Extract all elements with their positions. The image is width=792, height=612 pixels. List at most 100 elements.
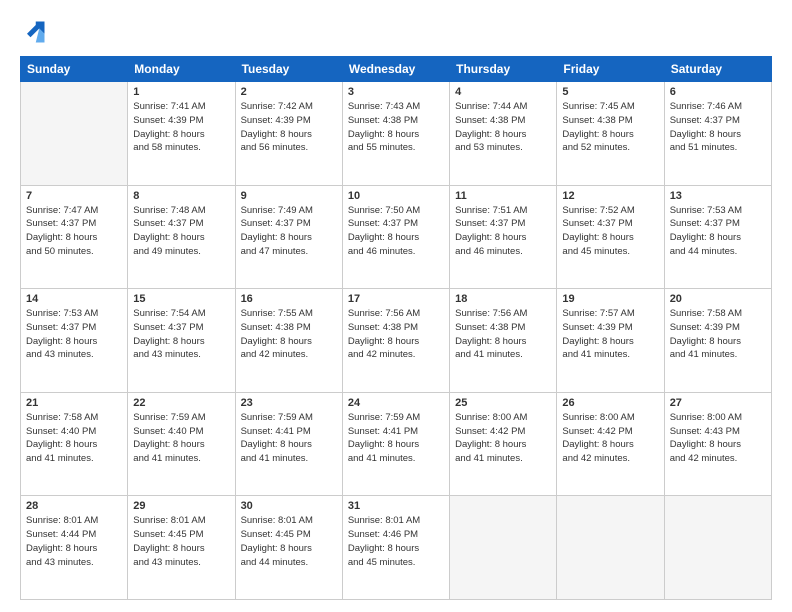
day-number: 25 [455,397,551,409]
calendar-cell: 3 Sunrise: 7:43 AMSunset: 4:38 PMDaylight… [342,82,449,186]
day-info: Sunrise: 8:00 AMSunset: 4:43 PMDaylight:… [670,411,766,466]
day-info: Sunrise: 7:57 AMSunset: 4:39 PMDaylight:… [562,307,658,362]
day-number: 7 [26,190,122,202]
calendar-week-row: 1Sunrise: 7:41 AMSunset: 4:39 PMDaylight… [21,82,772,186]
day-number: 31 [348,500,444,512]
day-number: 22 [133,397,229,409]
weekday-header: Thursday [450,57,557,82]
day-number: 10 [348,190,444,202]
day-info: Sunrise: 8:01 AMSunset: 4:44 PMDaylight:… [26,514,122,569]
day-number: 24 [348,397,444,409]
calendar-cell: 14Sunrise: 7:53 AMSunset: 4:37 PMDayligh… [21,289,128,393]
day-info: Sunrise: 7:47 AMSunset: 4:37 PMDaylight:… [26,204,122,259]
day-number: 30 [241,500,337,512]
calendar-cell: 23Sunrise: 7:59 AMSunset: 4:41 PMDayligh… [235,392,342,496]
day-info: Sunrise: 7:49 AMSunset: 4:37 PMDaylight:… [241,204,337,259]
day-number: 29 [133,500,229,512]
calendar-cell: 31 Sunrise: 8:01 AMSunset: 4:46 PMDayligh… [342,496,449,600]
weekday-header: Saturday [664,57,771,82]
weekday-header: Sunday [21,57,128,82]
day-info: Sunrise: 8:01 AMSunset: 4:46 PMDaylight:… [348,514,444,569]
day-info: Sunrise: 7:53 AMSunset: 4:37 PMDaylight:… [26,307,122,362]
calendar-cell [557,496,664,600]
day-info: Sunrise: 7:56 AMSunset: 4:38 PMDaylight:… [348,307,444,362]
page: SundayMondayTuesdayWednesdayThursdayFrid… [0,0,792,612]
day-info: Sunrise: 7:46 AMSunset: 4:37 PMDaylight:… [670,100,766,155]
day-info: Sunrise: 7:53 AMSunset: 4:37 PMDaylight:… [670,204,766,259]
calendar-cell: 21 Sunrise: 7:58 AMSunset: 4:40 PMDayligh… [21,392,128,496]
day-info: Sunrise: 7:51 AMSunset: 4:37 PMDaylight:… [455,204,551,259]
calendar-cell: 18 Sunrise: 7:56 AMSunset: 4:38 PMDayligh… [450,289,557,393]
day-number: 18 [455,293,551,305]
day-number: 13 [670,190,766,202]
calendar-week-row: 28Sunrise: 8:01 AMSunset: 4:44 PMDayligh… [21,496,772,600]
day-number: 17 [348,293,444,305]
logo [20,18,52,46]
day-number: 5 [562,86,658,98]
day-info: Sunrise: 8:01 AMSunset: 4:45 PMDaylight:… [133,514,229,569]
day-info: Sunrise: 8:00 AMSunset: 4:42 PMDaylight:… [455,411,551,466]
calendar-week-row: 14Sunrise: 7:53 AMSunset: 4:37 PMDayligh… [21,289,772,393]
day-number: 4 [455,86,551,98]
day-number: 15 [133,293,229,305]
day-info: Sunrise: 7:43 AMSunset: 4:38 PMDaylight:… [348,100,444,155]
calendar-cell: 5Sunrise: 7:45 AMSunset: 4:38 PMDaylight… [557,82,664,186]
calendar-cell: 12 Sunrise: 7:52 AMSunset: 4:37 PMDayligh… [557,185,664,289]
day-info: Sunrise: 7:59 AMSunset: 4:40 PMDaylight:… [133,411,229,466]
day-info: Sunrise: 8:01 AMSunset: 4:45 PMDaylight:… [241,514,337,569]
calendar-cell: 6 Sunrise: 7:46 AMSunset: 4:37 PMDaylight… [664,82,771,186]
day-info: Sunrise: 7:54 AMSunset: 4:37 PMDaylight:… [133,307,229,362]
day-info: Sunrise: 7:42 AMSunset: 4:39 PMDaylight:… [241,100,337,155]
calendar-cell: 26Sunrise: 8:00 AMSunset: 4:42 PMDayligh… [557,392,664,496]
calendar-cell: 8Sunrise: 7:48 AMSunset: 4:37 PMDaylight… [128,185,235,289]
day-info: Sunrise: 7:58 AMSunset: 4:40 PMDaylight:… [26,411,122,466]
day-number: 27 [670,397,766,409]
day-number: 6 [670,86,766,98]
header [20,18,772,46]
calendar-cell: 2 Sunrise: 7:42 AMSunset: 4:39 PMDaylight… [235,82,342,186]
calendar-cell: 24 Sunrise: 7:59 AMSunset: 4:41 PMDayligh… [342,392,449,496]
day-info: Sunrise: 7:59 AMSunset: 4:41 PMDaylight:… [348,411,444,466]
calendar-cell: 11 Sunrise: 7:51 AMSunset: 4:37 PMDayligh… [450,185,557,289]
day-number: 21 [26,397,122,409]
day-info: Sunrise: 7:56 AMSunset: 4:38 PMDaylight:… [455,307,551,362]
calendar-cell [664,496,771,600]
day-info: Sunrise: 7:44 AMSunset: 4:38 PMDaylight:… [455,100,551,155]
logo-icon [20,18,48,46]
weekday-header: Tuesday [235,57,342,82]
calendar-cell: 1Sunrise: 7:41 AMSunset: 4:39 PMDaylight… [128,82,235,186]
calendar-cell: 15 Sunrise: 7:54 AMSunset: 4:37 PMDayligh… [128,289,235,393]
day-number: 16 [241,293,337,305]
calendar-cell: 27 Sunrise: 8:00 AMSunset: 4:43 PMDayligh… [664,392,771,496]
day-number: 3 [348,86,444,98]
calendar-cell: 7 Sunrise: 7:47 AMSunset: 4:37 PMDaylight… [21,185,128,289]
weekday-header: Monday [128,57,235,82]
calendar-table: SundayMondayTuesdayWednesdayThursdayFrid… [20,56,772,600]
calendar-cell: 10 Sunrise: 7:50 AMSunset: 4:37 PMDayligh… [342,185,449,289]
calendar-cell [21,82,128,186]
day-number: 19 [562,293,658,305]
day-number: 2 [241,86,337,98]
day-info: Sunrise: 7:48 AMSunset: 4:37 PMDaylight:… [133,204,229,259]
day-number: 26 [562,397,658,409]
day-info: Sunrise: 7:50 AMSunset: 4:37 PMDaylight:… [348,204,444,259]
calendar-cell: 25 Sunrise: 8:00 AMSunset: 4:42 PMDayligh… [450,392,557,496]
weekday-header: Friday [557,57,664,82]
calendar-cell: 29 Sunrise: 8:01 AMSunset: 4:45 PMDayligh… [128,496,235,600]
day-number: 9 [241,190,337,202]
day-info: Sunrise: 7:55 AMSunset: 4:38 PMDaylight:… [241,307,337,362]
day-info: Sunrise: 7:52 AMSunset: 4:37 PMDaylight:… [562,204,658,259]
day-number: 12 [562,190,658,202]
day-info: Sunrise: 7:41 AMSunset: 4:39 PMDaylight:… [133,100,229,155]
calendar-cell: 4 Sunrise: 7:44 AMSunset: 4:38 PMDaylight… [450,82,557,186]
calendar-cell: 17 Sunrise: 7:56 AMSunset: 4:38 PMDayligh… [342,289,449,393]
calendar-cell: 20 Sunrise: 7:58 AMSunset: 4:39 PMDayligh… [664,289,771,393]
calendar-cell: 30 Sunrise: 8:01 AMSunset: 4:45 PMDayligh… [235,496,342,600]
calendar-cell [450,496,557,600]
calendar-cell: 9 Sunrise: 7:49 AMSunset: 4:37 PMDaylight… [235,185,342,289]
day-number: 20 [670,293,766,305]
calendar-cell: 28Sunrise: 8:01 AMSunset: 4:44 PMDayligh… [21,496,128,600]
day-info: Sunrise: 7:58 AMSunset: 4:39 PMDaylight:… [670,307,766,362]
day-number: 11 [455,190,551,202]
calendar-cell: 16 Sunrise: 7:55 AMSunset: 4:38 PMDayligh… [235,289,342,393]
